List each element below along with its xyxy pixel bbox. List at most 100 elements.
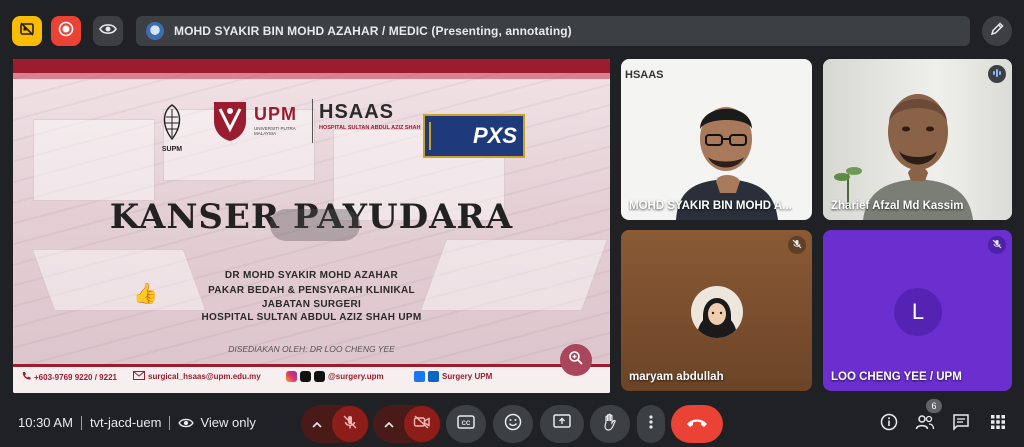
upm-subtitle: UNIVERSITI PUTRA MALAYSIA xyxy=(254,126,296,136)
presenter-line: PAKAR BEDAH & PENSYARAH KLINIKAL xyxy=(208,285,415,296)
presentation-slide: SUPM UPM UNIVERSITI PUTRA MALAYSIA HSAAS… xyxy=(13,59,610,393)
zoom-in-icon xyxy=(568,350,584,371)
upm-shield-logo xyxy=(210,99,250,143)
hsaas-background-logo: HSAAS xyxy=(625,69,664,81)
eye-icon xyxy=(99,22,117,41)
chat-icon xyxy=(952,413,970,436)
meeting-code: tvt-jacd-uem xyxy=(89,415,162,430)
supm-logo: SUPM xyxy=(150,103,194,159)
chevron-up-icon xyxy=(312,415,322,433)
presenting-text: MOHD SYAKIR BIN MOHD AZAHAR / MEDIC (Pre… xyxy=(174,24,572,38)
participant-name: LOO CHENG YEE / UPM xyxy=(831,371,962,383)
call-end-icon xyxy=(686,415,708,433)
chevron-up-icon xyxy=(384,415,394,433)
slide-top-band-accent xyxy=(13,73,610,79)
current-time: 10:30 AM xyxy=(18,415,73,430)
visibility-button[interactable] xyxy=(93,16,123,46)
mic-off-icon xyxy=(992,236,1002,254)
view-mode: View only xyxy=(200,415,256,430)
camera-options-button[interactable] xyxy=(374,415,404,433)
mic-off-icon xyxy=(342,414,358,435)
participant-tile[interactable]: Zharief Afzal Md Kassim xyxy=(823,59,1012,220)
reactions-button[interactable] xyxy=(493,405,533,443)
instagram-icon xyxy=(286,371,297,382)
participant-name: Zharief Afzal Md Kassim xyxy=(831,200,964,212)
footer-phone: +603-9769 9220 / 9221 xyxy=(21,371,117,383)
hand-icon xyxy=(602,413,618,436)
closed-caption-off-button[interactable] xyxy=(12,16,42,46)
participant-avatar xyxy=(691,286,743,338)
mic-control-group xyxy=(301,405,369,443)
leave-call-button[interactable] xyxy=(671,405,723,443)
present-screen-icon xyxy=(553,413,571,435)
participant-count-badge: 6 xyxy=(926,399,942,413)
mic-toggle-button[interactable] xyxy=(332,406,368,442)
mic-options-button[interactable] xyxy=(302,415,332,433)
linkedin-icon xyxy=(428,371,439,382)
participant-tile[interactable]: HSAAS MOHD SYAKIR BIN MOHD A... xyxy=(621,59,812,220)
laser-pointer-indicator xyxy=(270,209,360,241)
participant-avatar: L xyxy=(894,288,942,336)
audio-wave-icon xyxy=(992,65,1002,83)
emoji-icon xyxy=(504,413,522,436)
upm-wordmark: UPM xyxy=(254,104,297,124)
info-icon xyxy=(880,413,898,436)
muted-indicator xyxy=(988,236,1006,254)
presenter-avatar xyxy=(146,22,164,40)
participant-name: MOHD SYAKIR BIN MOHD A... xyxy=(629,200,792,212)
mic-off-icon xyxy=(792,236,802,254)
more-vert-icon xyxy=(649,414,653,435)
apps-grid-icon xyxy=(990,414,1006,435)
footer-social: @surgery.upm xyxy=(286,371,384,382)
meeting-info: 10:30 AM tvt-jacd-uem View only xyxy=(18,415,256,430)
closed-caption-icon: CC xyxy=(457,414,475,434)
muted-indicator xyxy=(788,236,806,254)
eye-icon xyxy=(178,417,195,429)
people-icon xyxy=(915,414,935,435)
pen-icon xyxy=(989,21,1005,42)
activities-button[interactable] xyxy=(985,411,1011,437)
mail-icon xyxy=(133,371,145,382)
raise-hand-button[interactable] xyxy=(590,405,630,443)
tiktok-icon xyxy=(314,371,325,382)
footer-facebook: Surgery UPM xyxy=(414,371,492,382)
chat-button[interactable] xyxy=(948,411,974,437)
record-icon xyxy=(58,21,74,42)
footer-email: surgical_hsaas@upm.edu.my xyxy=(133,371,261,382)
captions-button[interactable]: CC xyxy=(446,405,486,443)
meeting-details-button[interactable] xyxy=(876,411,902,437)
svg-text:CC: CC xyxy=(462,421,471,427)
camera-toggle-button[interactable] xyxy=(404,406,440,442)
slide-top-band xyxy=(13,59,610,73)
logo-divider xyxy=(312,99,313,143)
hsaas-wordmark: HSAAS xyxy=(319,101,395,123)
participant-tile[interactable]: maryam abdullah xyxy=(621,230,812,391)
hsaas-subtitle: HOSPITAL SULTAN ABDUL AZIZ SHAH xyxy=(319,125,421,131)
zoom-button[interactable] xyxy=(560,344,592,376)
participant-tile[interactable]: L LOO CHENG YEE / UPM xyxy=(823,230,1012,391)
info-separator xyxy=(80,415,82,430)
present-now-button[interactable] xyxy=(540,405,584,443)
recording-button[interactable] xyxy=(51,16,81,46)
people-button[interactable] xyxy=(912,411,938,437)
avatar-initial: L xyxy=(911,299,925,324)
camera-off-icon xyxy=(413,414,431,434)
pxs-logo: PXS xyxy=(423,114,525,158)
speaking-indicator xyxy=(988,65,1006,83)
closed-caption-off-icon xyxy=(19,21,35,42)
prepared-by-text: DISEDIAKAN OLEH: DR LOO CHENG YEE xyxy=(228,344,395,354)
facebook-icon xyxy=(414,371,425,382)
thumbs-up-reaction: 👍 xyxy=(133,283,158,305)
presenter-line: DR MOHD SYAKIR MOHD AZAHAR xyxy=(224,270,399,281)
threads-icon xyxy=(300,371,311,382)
slide-building-shape xyxy=(33,119,155,201)
presenter-line: HOSPITAL SULTAN ABDUL AZIZ SHAH UPM xyxy=(201,312,422,323)
participant-name: maryam abdullah xyxy=(629,371,724,383)
info-separator xyxy=(169,415,171,430)
presenting-banner[interactable]: MOHD SYAKIR BIN MOHD AZAHAR / MEDIC (Pre… xyxy=(136,16,970,46)
phone-icon xyxy=(21,371,31,383)
more-options-button[interactable] xyxy=(637,405,665,443)
annotate-button[interactable] xyxy=(982,16,1012,46)
presenter-line: JABATAN SURGERI xyxy=(261,299,362,310)
camera-control-group xyxy=(373,405,441,443)
